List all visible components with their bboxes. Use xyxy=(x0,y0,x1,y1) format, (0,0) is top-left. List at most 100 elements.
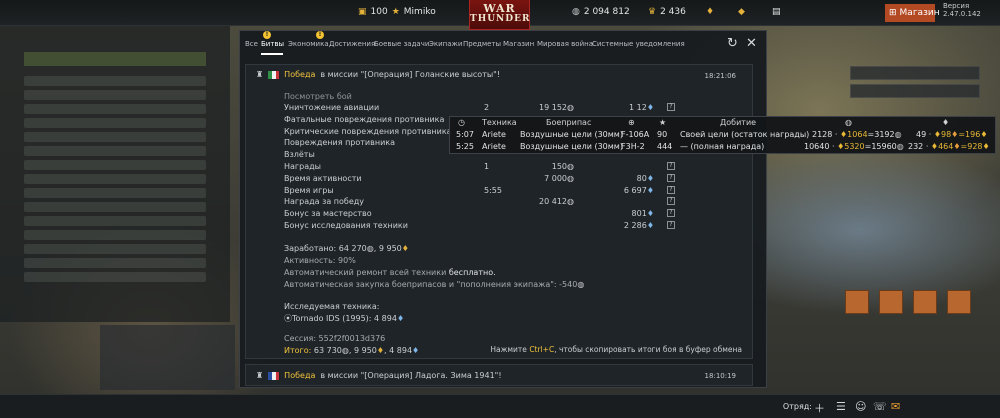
mission-text: в миссии "[Операция] Голанские высоты"! xyxy=(320,70,501,79)
refresh-icon[interactable]: ↻ xyxy=(727,36,738,51)
help-icon[interactable]: ? xyxy=(667,209,675,218)
tab-all[interactable]: Все xyxy=(245,40,258,48)
rp-calc: 232 · ♦464♦=928♦ xyxy=(908,142,990,151)
premium-icon: ♦ xyxy=(930,142,939,151)
silver-lions-icon: ◍ xyxy=(896,142,904,151)
stat-count: 1 xyxy=(484,161,490,171)
kill-detail-row: 5:25 Ariete Воздушные цели (30мм) F3H-2 444—… xyxy=(456,142,990,151)
hangar-card xyxy=(850,84,980,98)
earned-line: Заработано: 64 270◍, 9 950♦ xyxy=(284,243,409,253)
bottom-bar: Отряд: ＋ ☰ ☺ ☏ ✉ xyxy=(0,394,1000,418)
stat-count: 5:55 xyxy=(484,185,502,195)
tab-economy[interactable]: ! Экономика xyxy=(288,31,329,48)
add-squad-icon[interactable]: ＋ xyxy=(814,400,825,416)
tooltip-header: ◷ Техника Боеприпас ⊕ ★ Добитие ◍ ♦ xyxy=(458,118,950,127)
battle-result-message[interactable]: ♜ Победа в миссии "[Операция] Ладога. Зи… xyxy=(245,364,753,386)
stat-rp: 2 286♦ xyxy=(623,220,654,230)
tab-items[interactable]: Предметы xyxy=(463,40,501,48)
stat-label: Время активности xyxy=(284,173,362,183)
kill-detail-row: 5:07 Ariete Воздушные цели (30мм) F-106A 90 С… xyxy=(456,130,988,139)
silver-lions-icon: ◍ xyxy=(845,118,852,127)
chat-icon[interactable]: ☏ xyxy=(873,400,887,413)
star-icon: ★ xyxy=(391,7,400,17)
golden-eagles-balance[interactable]: ♛ 2 436 xyxy=(648,7,686,17)
hangar-card xyxy=(850,66,980,80)
close-icon[interactable]: ✕ xyxy=(746,36,757,51)
stat-row: Бонус за мастерство 801♦? xyxy=(284,209,744,221)
username[interactable]: Mimiko xyxy=(404,7,436,17)
silver-lions-icon: ◍ xyxy=(567,173,574,183)
message-header: ♜ Победа в миссии "[Операция] Голанские … xyxy=(256,70,500,79)
silver-lions-icon: ◍ xyxy=(567,197,574,207)
help-icon[interactable]: ? xyxy=(667,161,675,170)
mail-icon[interactable]: ✉ xyxy=(891,400,900,413)
shop-button[interactable]: ⊞ Магазин xyxy=(885,4,940,22)
cart-icon: ⊞ xyxy=(889,8,897,18)
research-vehicle-line: ⦿Tornado IDS (1995): 4 894♦ xyxy=(284,313,405,323)
stat-silver: 150◍ xyxy=(551,161,574,171)
trophy-icon: ♜ xyxy=(256,70,264,79)
stat-label: Время игры xyxy=(284,185,334,195)
lightbulb-icon[interactable]: ♦ xyxy=(706,7,714,17)
help-icon[interactable]: ? xyxy=(667,103,675,111)
trophy-icon: ♜ xyxy=(256,371,264,380)
stat-label: Бонус исследования техники xyxy=(284,220,408,230)
stat-row: Время активности 7 000◍ 80♦? xyxy=(284,173,744,186)
stat-row: Награда за победу 20 412◍? xyxy=(284,197,744,209)
tab-world-war[interactable]: Мировая война xyxy=(537,40,593,48)
war-thunder-logo[interactable]: WAR THUNDER xyxy=(469,0,530,30)
list-icon[interactable]: ☰ xyxy=(836,400,846,413)
stat-label: Фатальные повреждения противника xyxy=(284,114,445,124)
notifications-dialog: Все ! Битвы ! Экономика Достижения Боевы… xyxy=(239,30,767,388)
premium-icon[interactable]: ◆ xyxy=(738,7,745,17)
research-label: Исследуемая техника: xyxy=(284,301,380,311)
silver-calc: 10640 · ♦5320=15960◍ xyxy=(804,142,904,151)
help-icon[interactable]: ? xyxy=(667,173,675,182)
stat-count: 2 xyxy=(484,103,490,112)
coupon-icon[interactable]: ▤ xyxy=(772,7,781,17)
kill-details-tooltip: ◷ Техника Боеприпас ⊕ ★ Добитие ◍ ♦ 5:07… xyxy=(449,116,996,154)
tab-battles[interactable]: ! Битвы xyxy=(261,31,284,48)
rp-icon: ♦ xyxy=(401,243,409,253)
italy-flag-icon xyxy=(268,70,280,79)
france-flag-icon xyxy=(268,371,280,380)
contacts-icon[interactable]: ☺ xyxy=(855,400,866,413)
battle-result-message: ♜ Победа в миссии "[Операция] Голанские … xyxy=(245,64,753,359)
silver-lions-icon: ◍ xyxy=(894,130,902,139)
stat-rp: 801♦ xyxy=(631,209,654,219)
silver-lions-icon: ◍ xyxy=(577,279,585,289)
victory-label: Победа xyxy=(284,371,316,380)
rp-icon: ♦ xyxy=(982,142,990,151)
rp-icon: ♦ xyxy=(646,220,654,230)
tab-system[interactable]: Системные уведомления xyxy=(592,40,685,48)
clock-icon: ◷ xyxy=(458,118,465,127)
star-icon: ★ xyxy=(659,118,667,127)
view-battle-link[interactable]: Посмотреть бой xyxy=(284,92,744,101)
notification-tabs: Все ! Битвы ! Экономика Достижения Боевы… xyxy=(240,31,766,57)
help-icon[interactable]: ? xyxy=(667,185,675,194)
rp-icon: ♦ xyxy=(646,185,654,195)
rp-icon: ♦ xyxy=(646,103,654,112)
research-target-icon: ⦿ xyxy=(284,313,292,323)
stat-silver: 20 412◍ xyxy=(539,197,574,207)
help-icon[interactable]: ? xyxy=(667,220,675,229)
tab-shop[interactable]: Магазин xyxy=(503,40,534,48)
rp-icon: ♦ xyxy=(942,118,950,127)
stat-rp: 1 12♦ xyxy=(629,103,654,112)
active-tab-indicator xyxy=(261,53,283,55)
stat-label: Уничтожение авиации xyxy=(284,103,380,112)
hangar-slots xyxy=(100,325,235,390)
help-icon[interactable]: ? xyxy=(667,197,675,206)
stat-silver: 19 152◍ xyxy=(539,103,574,112)
rp-icon: ♦ xyxy=(953,142,961,151)
tab-battle-tasks[interactable]: Боевые задачи xyxy=(374,40,429,48)
tab-crews[interactable]: Экипажи xyxy=(429,40,462,48)
stat-label: Взлёты xyxy=(284,150,315,160)
stat-label: Награды xyxy=(284,161,321,171)
silver-balance[interactable]: ◍ 2 094 812 xyxy=(572,7,630,17)
notification-badge: ! xyxy=(316,31,324,39)
tab-achievements[interactable]: Достижения xyxy=(329,40,375,48)
activity-line: Активность: 90% xyxy=(284,255,356,265)
stat-label: Повреждения противника xyxy=(284,138,396,148)
stat-row: Награды 1 150◍? xyxy=(284,161,744,174)
